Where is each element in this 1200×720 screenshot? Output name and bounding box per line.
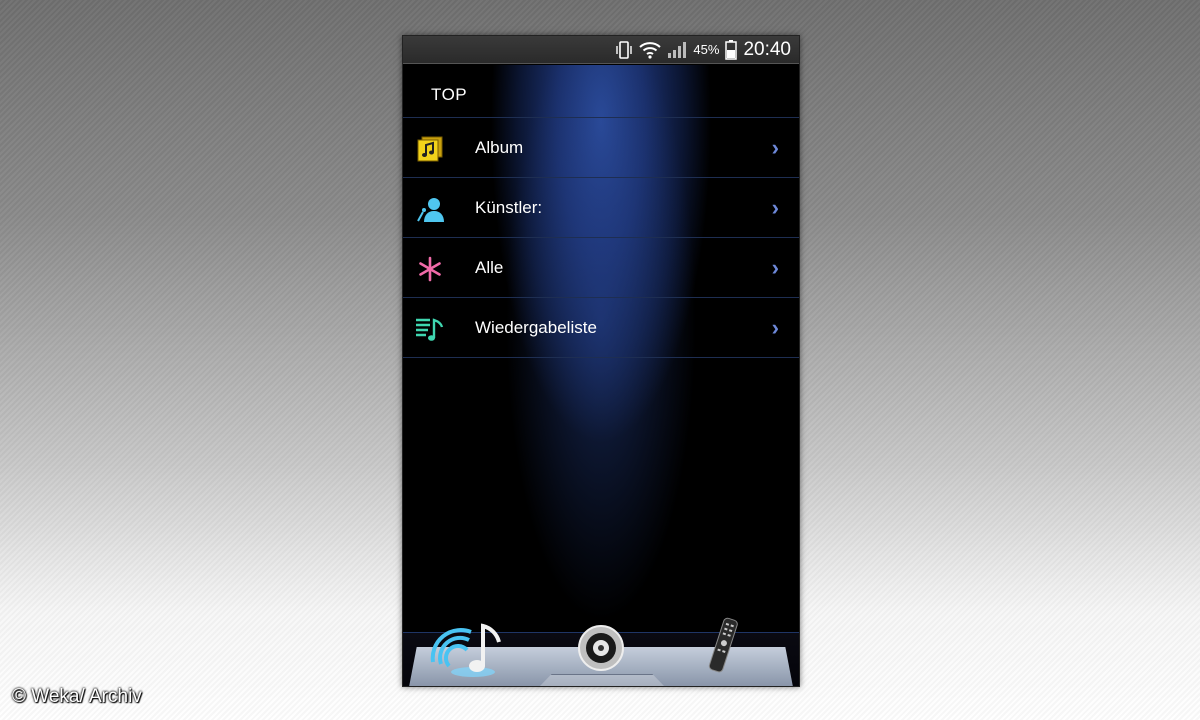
album-icon	[415, 134, 445, 164]
remote-control-icon[interactable]	[703, 616, 743, 681]
chevron-right-icon: ›	[771, 314, 779, 340]
vibrate-icon	[615, 40, 633, 60]
signal-icon	[667, 41, 687, 59]
playlist-icon	[415, 314, 445, 344]
menu-item-playlist[interactable]: Wiedergabeliste ›	[403, 298, 799, 358]
page-title: TOP	[431, 85, 468, 104]
menu-item-all[interactable]: Alle ›	[403, 238, 799, 298]
speaker-icon[interactable]	[573, 624, 629, 679]
menu-item-artist[interactable]: Künstler: ›	[403, 178, 799, 238]
battery-percent: 45%	[693, 42, 720, 57]
phone-screen: 45% 20:40 TOP Album › Künstler: › Alle ›…	[402, 35, 800, 687]
page-header: TOP	[403, 65, 799, 118]
bottom-dock	[403, 617, 799, 686]
wireless-music-icon[interactable]	[427, 618, 511, 683]
copyright-watermark: © Weka/ Archiv	[12, 686, 142, 707]
chevron-right-icon: ›	[771, 254, 779, 280]
battery-icon	[725, 39, 738, 60]
artist-icon	[415, 194, 445, 224]
wifi-icon	[639, 41, 662, 59]
menu-item-album[interactable]: Album ›	[403, 118, 799, 178]
menu-item-label: Wiedergabeliste	[475, 317, 597, 337]
clock: 20:40	[743, 38, 791, 60]
library-menu: Album › Künstler: › Alle › Wiedergabelis…	[403, 118, 799, 358]
chevron-right-icon: ›	[771, 134, 779, 160]
chevron-right-icon: ›	[771, 194, 779, 220]
menu-item-label: Album	[475, 137, 524, 157]
all-asterisk-icon	[415, 254, 445, 284]
library-screen: TOP Album › Künstler: › Alle › Wiedergab…	[403, 65, 799, 631]
menu-item-label: Alle	[475, 257, 504, 277]
menu-item-label: Künstler:	[475, 197, 543, 217]
status-bar: 45% 20:40	[403, 36, 799, 64]
